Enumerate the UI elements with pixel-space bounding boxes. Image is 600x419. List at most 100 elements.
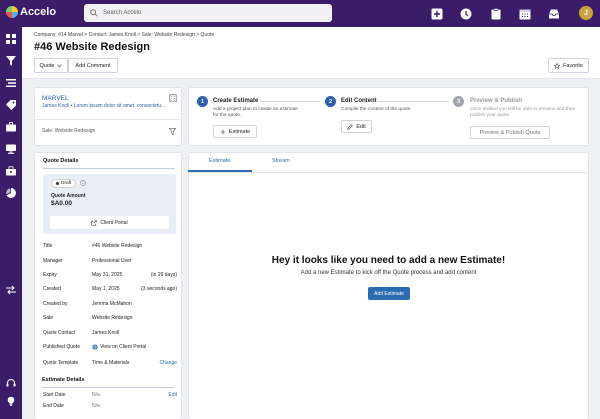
briefcase-icon[interactable] — [5, 121, 17, 133]
favorite-label: Favorite — [563, 62, 583, 69]
headset-icon[interactable] — [5, 377, 17, 389]
preview-publish-label: Preview & Publish Quote — [479, 129, 541, 136]
pie-chart-icon[interactable] — [5, 187, 17, 199]
estimate-panel — [188, 152, 589, 419]
detail-quote-contact: Quote Contact James Knoll — [43, 330, 120, 336]
detail-sale: Sale Website Redesign — [43, 315, 133, 321]
search-placeholder: Search Accelo — [103, 10, 142, 16]
active-tab-indicator — [188, 170, 252, 172]
status-text: Draft — [61, 181, 72, 186]
calendar-icon[interactable] — [518, 7, 531, 20]
estimate-button[interactable]: Estimate — [213, 125, 257, 138]
preview-publish-button[interactable]: Preview & Publish Quote — [470, 126, 550, 139]
view-client-portal-link[interactable]: View on Client Portal — [92, 344, 146, 350]
accelo-logo-icon — [6, 6, 18, 18]
step-2-title: Edit Content — [341, 98, 377, 104]
monitor-icon[interactable] — [5, 143, 17, 155]
detail-created-by: Created by Jemma McMahon — [43, 301, 132, 307]
dashboard-icon[interactable] — [5, 33, 17, 45]
chevron-down-icon — [57, 63, 63, 67]
globe-icon — [92, 344, 98, 350]
empty-state-subtitle: Add a new Estimate to kick off the Quote… — [300, 270, 477, 276]
external-link-icon — [91, 219, 98, 226]
section-rule — [43, 168, 175, 169]
created-by-link[interactable]: Jemma McMahon — [92, 301, 132, 307]
client-portal-button[interactable]: Client Portal — [50, 216, 169, 229]
sidebar — [0, 27, 22, 419]
user-avatar[interactable]: J — [579, 6, 593, 20]
star-icon — [554, 62, 561, 69]
section-rule — [42, 387, 174, 388]
sale-label[interactable]: Sale: Website Redesign — [42, 128, 95, 134]
search-input[interactable]: Search Accelo — [84, 4, 332, 22]
step-1-number: 1 — [197, 96, 208, 107]
sale-link[interactable]: Website Redesign — [92, 315, 133, 321]
detail-start-date: Start Date N/a Edit — [43, 392, 177, 398]
app-logo[interactable]: Accelo — [6, 6, 56, 18]
inbox-icon[interactable] — [547, 7, 560, 20]
contact-line[interactable]: James Knoll • Lorem ipsum dolor sit amet… — [42, 103, 170, 109]
quote-button-label: Quote — [39, 62, 55, 69]
amount-label: Quote Amount — [51, 193, 86, 199]
change-template-link[interactable]: Change — [159, 360, 177, 366]
plus-icon — [220, 129, 226, 134]
breadcrumb[interactable]: Company: #14 Marvel > Contact: James Kno… — [34, 32, 214, 38]
quote-summary-box: Draft Quote Amount $A0.00 Client Portal — [43, 174, 176, 234]
tab-stream[interactable]: Stream — [272, 158, 290, 164]
status-dot-icon — [56, 182, 59, 185]
favorite-button[interactable]: Favorite — [548, 58, 589, 73]
add-comment-label: Add Comment — [75, 62, 111, 69]
quote-dropdown-button[interactable]: Quote — [34, 58, 68, 73]
step-2-number: 2 — [325, 96, 336, 107]
app-name: Accelo — [20, 6, 57, 18]
empty-state-title: Hey it looks like you need to add a new … — [271, 255, 506, 266]
tag-icon[interactable] — [5, 99, 17, 111]
status-badge: Draft — [51, 179, 77, 188]
step-1-title: Create Estimate — [213, 98, 259, 104]
top-bar: Accelo Search Accelo J — [0, 0, 600, 27]
estimate-details-title: Estimate Details — [42, 377, 85, 383]
step-connector — [379, 101, 449, 102]
filter-icon[interactable] — [169, 128, 176, 135]
step-1-desc: Add a project plan to create an estimate… — [213, 107, 298, 118]
step-3-number: 3 — [453, 96, 464, 107]
estimate-button-label: Estimate — [228, 128, 251, 135]
detail-end-date: End Date N/a — [43, 403, 100, 409]
add-icon[interactable] — [430, 7, 443, 20]
info-icon[interactable] — [80, 180, 86, 186]
edit-button[interactable]: Edit — [341, 120, 372, 133]
filter-icon[interactable] — [5, 55, 17, 67]
add-estimate-button[interactable]: Add Estimate — [368, 287, 410, 300]
edit-button-label: Edit — [356, 123, 366, 130]
detail-expiry: Expiry May 31, 2025 (in 29 days) — [43, 272, 177, 278]
detail-published-quote: Published Quote View on Client Portal — [43, 344, 147, 350]
tab-estimate[interactable]: Estimate — [209, 158, 230, 164]
step-connector — [260, 101, 320, 102]
search-icon — [90, 9, 98, 17]
step-2-desc: Compile the content of the quote. — [341, 107, 412, 112]
add-comment-button[interactable]: Add Comment — [68, 58, 118, 73]
amount-value: $A0.00 — [51, 200, 72, 207]
building-icon[interactable] — [169, 94, 177, 102]
quote-details-title: Quote Details — [43, 158, 79, 164]
tab-divider — [188, 172, 589, 173]
company-name[interactable]: MARVEL — [42, 95, 69, 102]
clock-icon[interactable] — [459, 7, 472, 20]
detail-created: Created May 1, 2025 (3 seconds ago) — [43, 286, 177, 292]
list-icon[interactable] — [5, 77, 17, 89]
detail-manager: Manager Professional User — [43, 258, 132, 264]
page-title: #46 Website Redesign — [34, 41, 150, 53]
divider — [35, 119, 181, 120]
pencil-icon — [347, 123, 354, 130]
company-card: MARVEL James Knoll • Lorem ipsum dolor s… — [34, 87, 182, 146]
clipboard-icon[interactable] — [489, 7, 502, 20]
step-3-desc: Once drafted you will be able to preview… — [470, 107, 576, 118]
toolbox-icon[interactable] — [5, 165, 17, 177]
detail-title: Title #46 Website Redesign — [43, 243, 143, 249]
step-3-title: Preview & Publish — [470, 98, 523, 104]
transfer-icon[interactable] — [5, 284, 17, 296]
client-portal-label: Client Portal — [100, 219, 128, 226]
detail-quote-template: Quote Template Time & Materials Change — [43, 360, 177, 366]
edit-dates-link[interactable]: Edit — [168, 392, 177, 398]
lightbulb-icon[interactable] — [5, 395, 17, 407]
